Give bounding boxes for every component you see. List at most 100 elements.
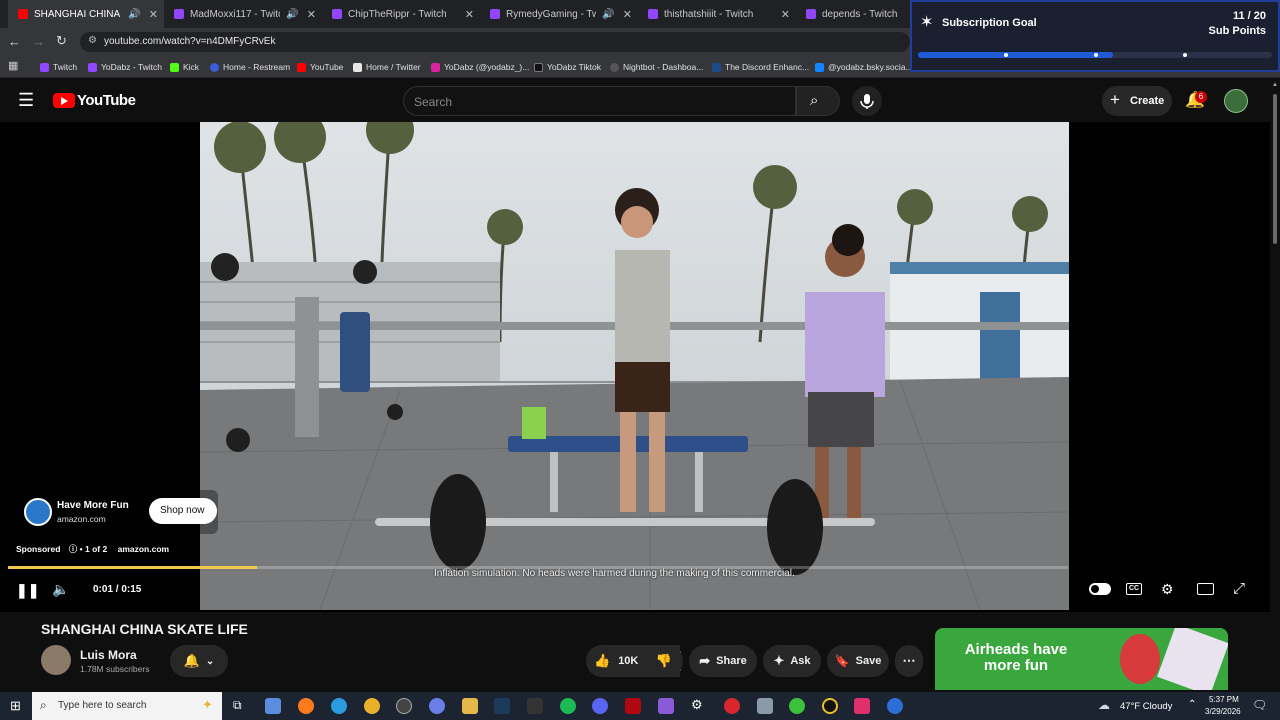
forward-icon[interactable]: → [32, 34, 45, 49]
search-input[interactable]: Search [403, 86, 796, 116]
bookmark-item[interactable]: YouTube [297, 60, 343, 74]
netflix-icon[interactable] [625, 698, 641, 714]
pause-icon[interactable]: ❚❚ [16, 582, 39, 599]
bookmark-item[interactable]: Home / Twitter [353, 60, 421, 74]
video-title: SHANGHAI CHINA SKATE LIFE [41, 621, 248, 637]
scroll-up-icon[interactable]: ▲ [1272, 82, 1278, 88]
windows-start-icon[interactable]: ⊞ [10, 698, 21, 714]
close-icon[interactable]: ✕ [149, 8, 158, 21]
youtube-logo-text[interactable]: YouTube [77, 92, 136, 109]
subscribe-bell-button[interactable]: 🔔 ⌄ [170, 645, 228, 677]
dislike-button[interactable]: 👎 [645, 645, 683, 677]
avatar[interactable] [1224, 89, 1248, 113]
voice-search-button[interactable] [852, 86, 882, 116]
spotify-icon[interactable] [560, 698, 576, 714]
theater-mode-icon[interactable] [1197, 583, 1214, 595]
green-app-icon[interactable] [789, 698, 805, 714]
menu-icon[interactable]: ☰ [18, 90, 34, 111]
progress-track[interactable] [8, 566, 1068, 569]
settings-gear-icon[interactable]: ⚙ [691, 697, 703, 713]
bookmark-item[interactable]: YoDabz Tiktok [534, 60, 601, 74]
bookmark-item[interactable]: YoDabz (@yodabz_)... [431, 60, 529, 74]
cloudy-weather-icon[interactable]: ☁ [1098, 698, 1110, 712]
tab-twitch[interactable]: ChipTheRippr - Twitch ✕ [322, 0, 480, 28]
tiktok-live-icon[interactable] [854, 698, 870, 714]
video-frame[interactable] [200, 122, 1069, 610]
goal-marker [1183, 53, 1187, 57]
file-explorer-icon[interactable] [462, 698, 478, 714]
fullscreen-icon[interactable]: ⤢ [1233, 580, 1245, 597]
save-label: Save [855, 655, 882, 667]
channel-avatar[interactable] [41, 645, 71, 675]
youtube-logo-icon[interactable] [53, 93, 75, 108]
bookmark-item[interactable]: @yodabz.bsky.socia... [815, 60, 913, 74]
notifications-icon[interactable]: 🗨 [1252, 698, 1267, 712]
close-icon[interactable]: ✕ [307, 8, 316, 21]
share-button[interactable]: ➦ Share [689, 645, 757, 677]
ask-button[interactable]: ✦ Ask [763, 645, 821, 677]
settings-gear-icon[interactable]: ⚙ [1161, 581, 1174, 598]
tab-twitch[interactable]: RymedyGaming - Twitch 🔊 ✕ [480, 0, 638, 28]
edge-icon[interactable] [331, 698, 347, 714]
twitch-icon [88, 62, 97, 72]
chrome-icon[interactable] [364, 698, 380, 714]
obs-icon[interactable] [396, 698, 412, 714]
close-icon[interactable]: ✕ [781, 8, 790, 21]
epic-games-icon[interactable] [527, 698, 543, 714]
ad-card[interactable]: Have More Fun amazon.com Shop now [8, 490, 218, 534]
captions-icon[interactable]: CC [1126, 583, 1142, 595]
window-app-icon[interactable] [757, 698, 773, 714]
tab-twitch[interactable]: MadMoxxi117 - Twitch 🔊 ✕ [164, 0, 322, 28]
tab-twitch[interactable]: depends - Twitch [796, 0, 910, 28]
task-view-icon[interactable]: ⧉ [233, 698, 242, 713]
page-scrollbar[interactable]: ▲ ▼ [1270, 78, 1280, 692]
taskbar-search-input[interactable]: ⌕ Type here to search ✦ [32, 692, 222, 720]
side-ad-banner[interactable]: Airheads have more fun [935, 628, 1228, 690]
weather-text[interactable]: 47°F Cloudy [1120, 701, 1172, 712]
ad-domain-link[interactable]: amazon.com [118, 544, 170, 554]
bookmark-item[interactable]: The Discord Enhanc... [712, 60, 809, 74]
tab-youtube[interactable]: SHANGHAI CHINA SKATE LI 🔊 ✕ [8, 0, 164, 28]
copilot-icon[interactable] [265, 698, 281, 714]
close-icon[interactable]: ✕ [465, 8, 474, 21]
ea-app-icon[interactable] [887, 698, 903, 714]
back-icon[interactable]: ← [8, 34, 21, 49]
scrollbar-thumb[interactable] [1273, 94, 1277, 244]
feather-app-icon[interactable] [658, 698, 674, 714]
shop-now-button[interactable]: Shop now [149, 498, 217, 524]
steam-icon[interactable] [494, 698, 510, 714]
speaker-icon[interactable]: 🔊 [286, 9, 298, 20]
more-actions-button[interactable]: ⋯ [895, 645, 923, 677]
bookmark-item[interactable]: Kick [170, 60, 199, 74]
reload-icon[interactable]: ↻ [56, 33, 67, 49]
speaker-icon[interactable]: 🔊 [128, 9, 140, 20]
bookmark-item[interactable]: Twitch [40, 60, 77, 74]
clock-time[interactable]: 5:37 PM [1209, 695, 1239, 704]
bookmark-item[interactable]: YoDabz - Twitch [88, 60, 162, 74]
tab-title: depends - Twitch [822, 8, 898, 20]
red-app-icon[interactable] [724, 698, 740, 714]
close-icon[interactable]: ✕ [623, 8, 632, 21]
save-button[interactable]: 🔖 Save [827, 645, 889, 677]
clock-date[interactable]: 3/29/2026 [1205, 707, 1241, 716]
channel-name[interactable]: Luis Mora [80, 648, 137, 662]
discord-icon[interactable] [592, 698, 608, 714]
apps-grid-icon[interactable]: ▦ [8, 59, 18, 72]
create-button[interactable]: + Create [1102, 86, 1172, 116]
video-player[interactable]: Have More Fun amazon.com Shop now Sponso… [0, 122, 1270, 612]
volume-icon[interactable]: 🔈 [52, 581, 69, 598]
bookmark-item[interactable]: Nightbot - Dashboa... [610, 60, 703, 74]
speaker-icon[interactable]: 🔊 [602, 9, 614, 20]
audio-app-icon[interactable] [429, 698, 445, 714]
side-ad-text: Airheads have more fun [964, 641, 1068, 674]
chevron-up-icon[interactable]: ⌃ [1188, 699, 1196, 710]
site-info-icon[interactable]: ⚙ [88, 35, 97, 46]
search-button[interactable]: ⌕ [796, 86, 840, 116]
url-field[interactable]: ⚙ youtube.com/watch?v=n4DMFyCRvEk [80, 32, 910, 52]
firefox-icon[interactable] [298, 698, 314, 714]
bookmark-item[interactable]: Home - Restream [210, 60, 290, 74]
ring-app-icon[interactable] [822, 698, 838, 714]
info-icon[interactable]: ⓘ [69, 544, 78, 554]
autoplay-toggle[interactable] [1089, 583, 1111, 595]
tab-twitch[interactable]: thisthatshiiit - Twitch ✕ [638, 0, 796, 28]
